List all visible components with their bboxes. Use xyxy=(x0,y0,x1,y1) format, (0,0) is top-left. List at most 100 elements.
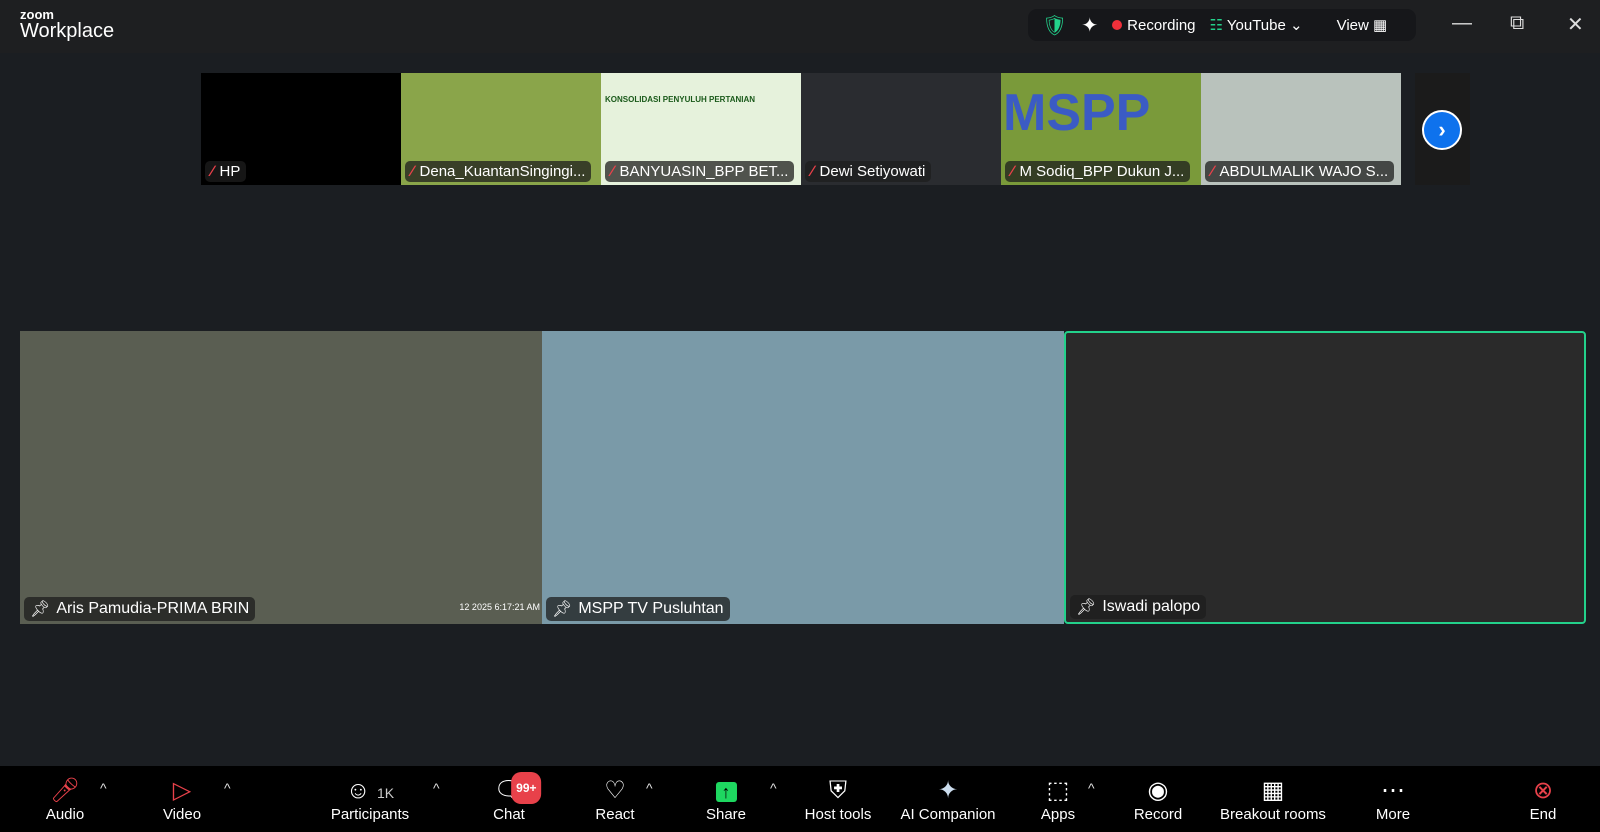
next-page-button[interactable]: › xyxy=(1422,110,1462,150)
participant-thumbnail[interactable]: ∕ Dena_KuantanSingingi... xyxy=(401,73,601,185)
record-button[interactable]: ◉ Record xyxy=(1134,776,1182,823)
record-icon: ◉ xyxy=(1147,777,1169,804)
restore-icon[interactable]: ⧉ xyxy=(1510,12,1524,35)
video-options-caret[interactable]: ^ xyxy=(224,780,231,796)
chevron-right-icon: › xyxy=(1438,117,1446,142)
audio-options-caret[interactable]: ^ xyxy=(100,780,107,796)
chat-label: Chat xyxy=(493,806,525,823)
more-label: More xyxy=(1375,806,1411,823)
recording-indicator[interactable]: Recording xyxy=(1112,16,1196,34)
end-label: End xyxy=(1529,806,1557,823)
mic-muted-icon: ∕ xyxy=(1011,163,1014,180)
mic-muted-icon: ∕ xyxy=(1211,163,1214,180)
apps-icon: ⬚ xyxy=(1046,777,1070,804)
livestream-button[interactable]: ☷ YouTube ⌄ xyxy=(1210,16,1303,34)
participant-video-tile[interactable]: 12 2025 6:17:21 AM 📌︎ Aris Pamudia-PRIMA B… xyxy=(20,331,542,624)
mic-muted-icon: ∕ xyxy=(611,163,614,180)
participant-video-tile[interactable]: 📌︎ Iswadi palopo xyxy=(1064,331,1586,624)
mic-muted-icon: ∕ xyxy=(811,163,814,180)
participant-name-label: 📌︎ MSPP TV Pusluhtan xyxy=(546,597,730,621)
meeting-toolbar: 🎤︎ Audio ^ ▷ Video ^ ☺ 1K Participants ^ 🗨︎… xyxy=(0,766,1600,832)
participant-name: ABDULMALIK WAJO S... xyxy=(1219,163,1389,180)
apps-button[interactable]: ⬚ Apps xyxy=(1041,776,1075,823)
stream-icon: ☷ xyxy=(1209,17,1223,34)
video-timestamp: 12 2025 6:17:21 AM xyxy=(459,602,540,612)
participant-name-label: 📌︎ Iswadi palopo xyxy=(1070,595,1207,619)
chat-unread-badge: 99+ xyxy=(511,772,542,804)
participant-name-label: ∕ Dewi Setiyowati xyxy=(805,161,932,182)
participant-name: HP xyxy=(219,163,241,180)
ai-sparkle-icon[interactable]: ✦ xyxy=(1081,13,1098,38)
security-shield-icon[interactable]: 🛡 xyxy=(1042,13,1067,38)
slide-title: KONSOLIDASI PENYULUH PERTANIAN xyxy=(605,95,756,104)
record-label: Record xyxy=(1133,806,1183,823)
recording-label: Recording xyxy=(1127,16,1196,34)
participants-options-caret[interactable]: ^ xyxy=(433,780,440,796)
participant-name: Aris Pamudia-PRIMA BRIN xyxy=(56,600,250,617)
participant-name-label: ∕ ABDULMALIK WAJO S... xyxy=(1205,161,1395,182)
participant-video-tile[interactable]: 📌︎ MSPP TV Pusluhtan xyxy=(542,331,1064,624)
participants-label: Participants xyxy=(330,806,410,823)
breakout-label: Breakout rooms xyxy=(1220,806,1326,823)
chat-icon: 🗨︎ 99+ xyxy=(493,772,542,806)
ai-companion-button[interactable]: ✦ AI Companion xyxy=(900,776,995,823)
share-arrow-icon: ↑ xyxy=(706,776,746,806)
participant-name-label: 📌︎ Aris Pamudia-PRIMA BRIN xyxy=(24,597,256,621)
breakout-grid-icon: ▦ xyxy=(1261,777,1285,804)
minimize-icon[interactable]: — xyxy=(1452,12,1472,35)
recording-dot-icon xyxy=(1112,19,1123,30)
pin-icon: 📌︎ xyxy=(30,601,51,618)
meeting-status-bar: 🛡 ✦ Recording ☷ YouTube ⌄ View ▦ xyxy=(1028,9,1416,41)
apps-label: Apps xyxy=(1040,806,1076,823)
audio-label: Audio xyxy=(45,806,85,823)
view-button[interactable]: View ▦ xyxy=(1337,16,1388,34)
participant-thumbnail[interactable]: MSPP ∕ M Sodiq_BPP Dukun J... xyxy=(1001,73,1201,185)
pin-icon: 📌︎ xyxy=(552,601,573,618)
share-options-caret[interactable]: ^ xyxy=(770,780,777,796)
participant-name: MSPP TV Pusluhtan xyxy=(578,600,724,617)
title-bar: zoom Workplace 🛡 ✦ Recording ☷ YouTube ⌄… xyxy=(0,0,1600,53)
pin-icon: 📌︎ xyxy=(1076,599,1097,616)
zoom-logo: zoom Workplace xyxy=(20,8,114,41)
mic-muted-icon: ∕ xyxy=(211,163,214,180)
chat-button[interactable]: 🗨︎ 99+ Chat xyxy=(493,772,542,823)
chevron-down-icon: ⌄ xyxy=(1290,17,1303,34)
participant-name-label: ∕ BANYUASIN_BPP BET... xyxy=(605,161,795,182)
share-label: Share xyxy=(705,806,747,823)
participant-name: M Sodiq_BPP Dukun J... xyxy=(1019,163,1185,180)
backdrop-text: MSPP xyxy=(1003,84,1151,142)
breakout-rooms-button[interactable]: ▦ Breakout rooms xyxy=(1220,776,1326,823)
close-icon[interactable]: ✕ xyxy=(1567,12,1584,37)
grid-view-icon: ▦ xyxy=(1373,17,1388,34)
participant-thumbnail[interactable]: ∕ ABDULMALIK WAJO S... xyxy=(1201,73,1401,185)
host-tools-button[interactable]: ⛨ Host tools xyxy=(805,776,872,823)
react-options-caret[interactable]: ^ xyxy=(646,780,653,796)
sparkle-icon: ✦ xyxy=(937,777,959,804)
participant-name: BANYUASIN_BPP BET... xyxy=(619,163,789,180)
mic-muted-icon: 🎤︎ xyxy=(49,777,81,804)
more-dots-icon: ⋯ xyxy=(1381,777,1405,804)
more-button[interactable]: ⋯ More xyxy=(1376,776,1410,823)
participant-name-label: ∕ M Sodiq_BPP Dukun J... xyxy=(1005,161,1191,182)
mic-muted-icon: ∕ xyxy=(411,163,414,180)
video-off-icon: ▷ xyxy=(172,777,192,804)
participant-name: Iswadi palopo xyxy=(1102,598,1201,615)
participant-thumbnail[interactable]: KONSOLIDASI PENYULUH PERTANIAN ∕ BANYUASIN… xyxy=(601,73,801,185)
react-button[interactable]: ♡ React xyxy=(595,776,634,823)
participant-thumbnail[interactable]: ∕ HP xyxy=(201,73,401,185)
audio-button[interactable]: 🎤︎ Audio xyxy=(46,776,84,823)
apps-options-caret[interactable]: ^ xyxy=(1088,780,1095,796)
video-button[interactable]: ▷ Video xyxy=(163,776,201,823)
shield-icon: ⛨ xyxy=(828,777,847,804)
stream-label: YouTube xyxy=(1226,17,1286,34)
participant-name: Dena_KuantanSingingi... xyxy=(419,163,586,180)
participants-count: 1K xyxy=(377,785,395,801)
share-button[interactable]: ↑ Share xyxy=(706,776,746,823)
heart-icon: ♡ xyxy=(604,777,626,804)
end-x-icon: ⊗ xyxy=(1532,777,1554,804)
end-button[interactable]: ⊗ End xyxy=(1530,776,1557,823)
participant-thumbnail[interactable]: ∕ Dewi Setiyowati xyxy=(801,73,1001,185)
participant-name-label: ∕ Dena_KuantanSingingi... xyxy=(405,161,592,182)
participant-name: Dewi Setiyowati xyxy=(819,163,926,180)
participants-button[interactable]: ☺ 1K Participants xyxy=(331,776,409,823)
